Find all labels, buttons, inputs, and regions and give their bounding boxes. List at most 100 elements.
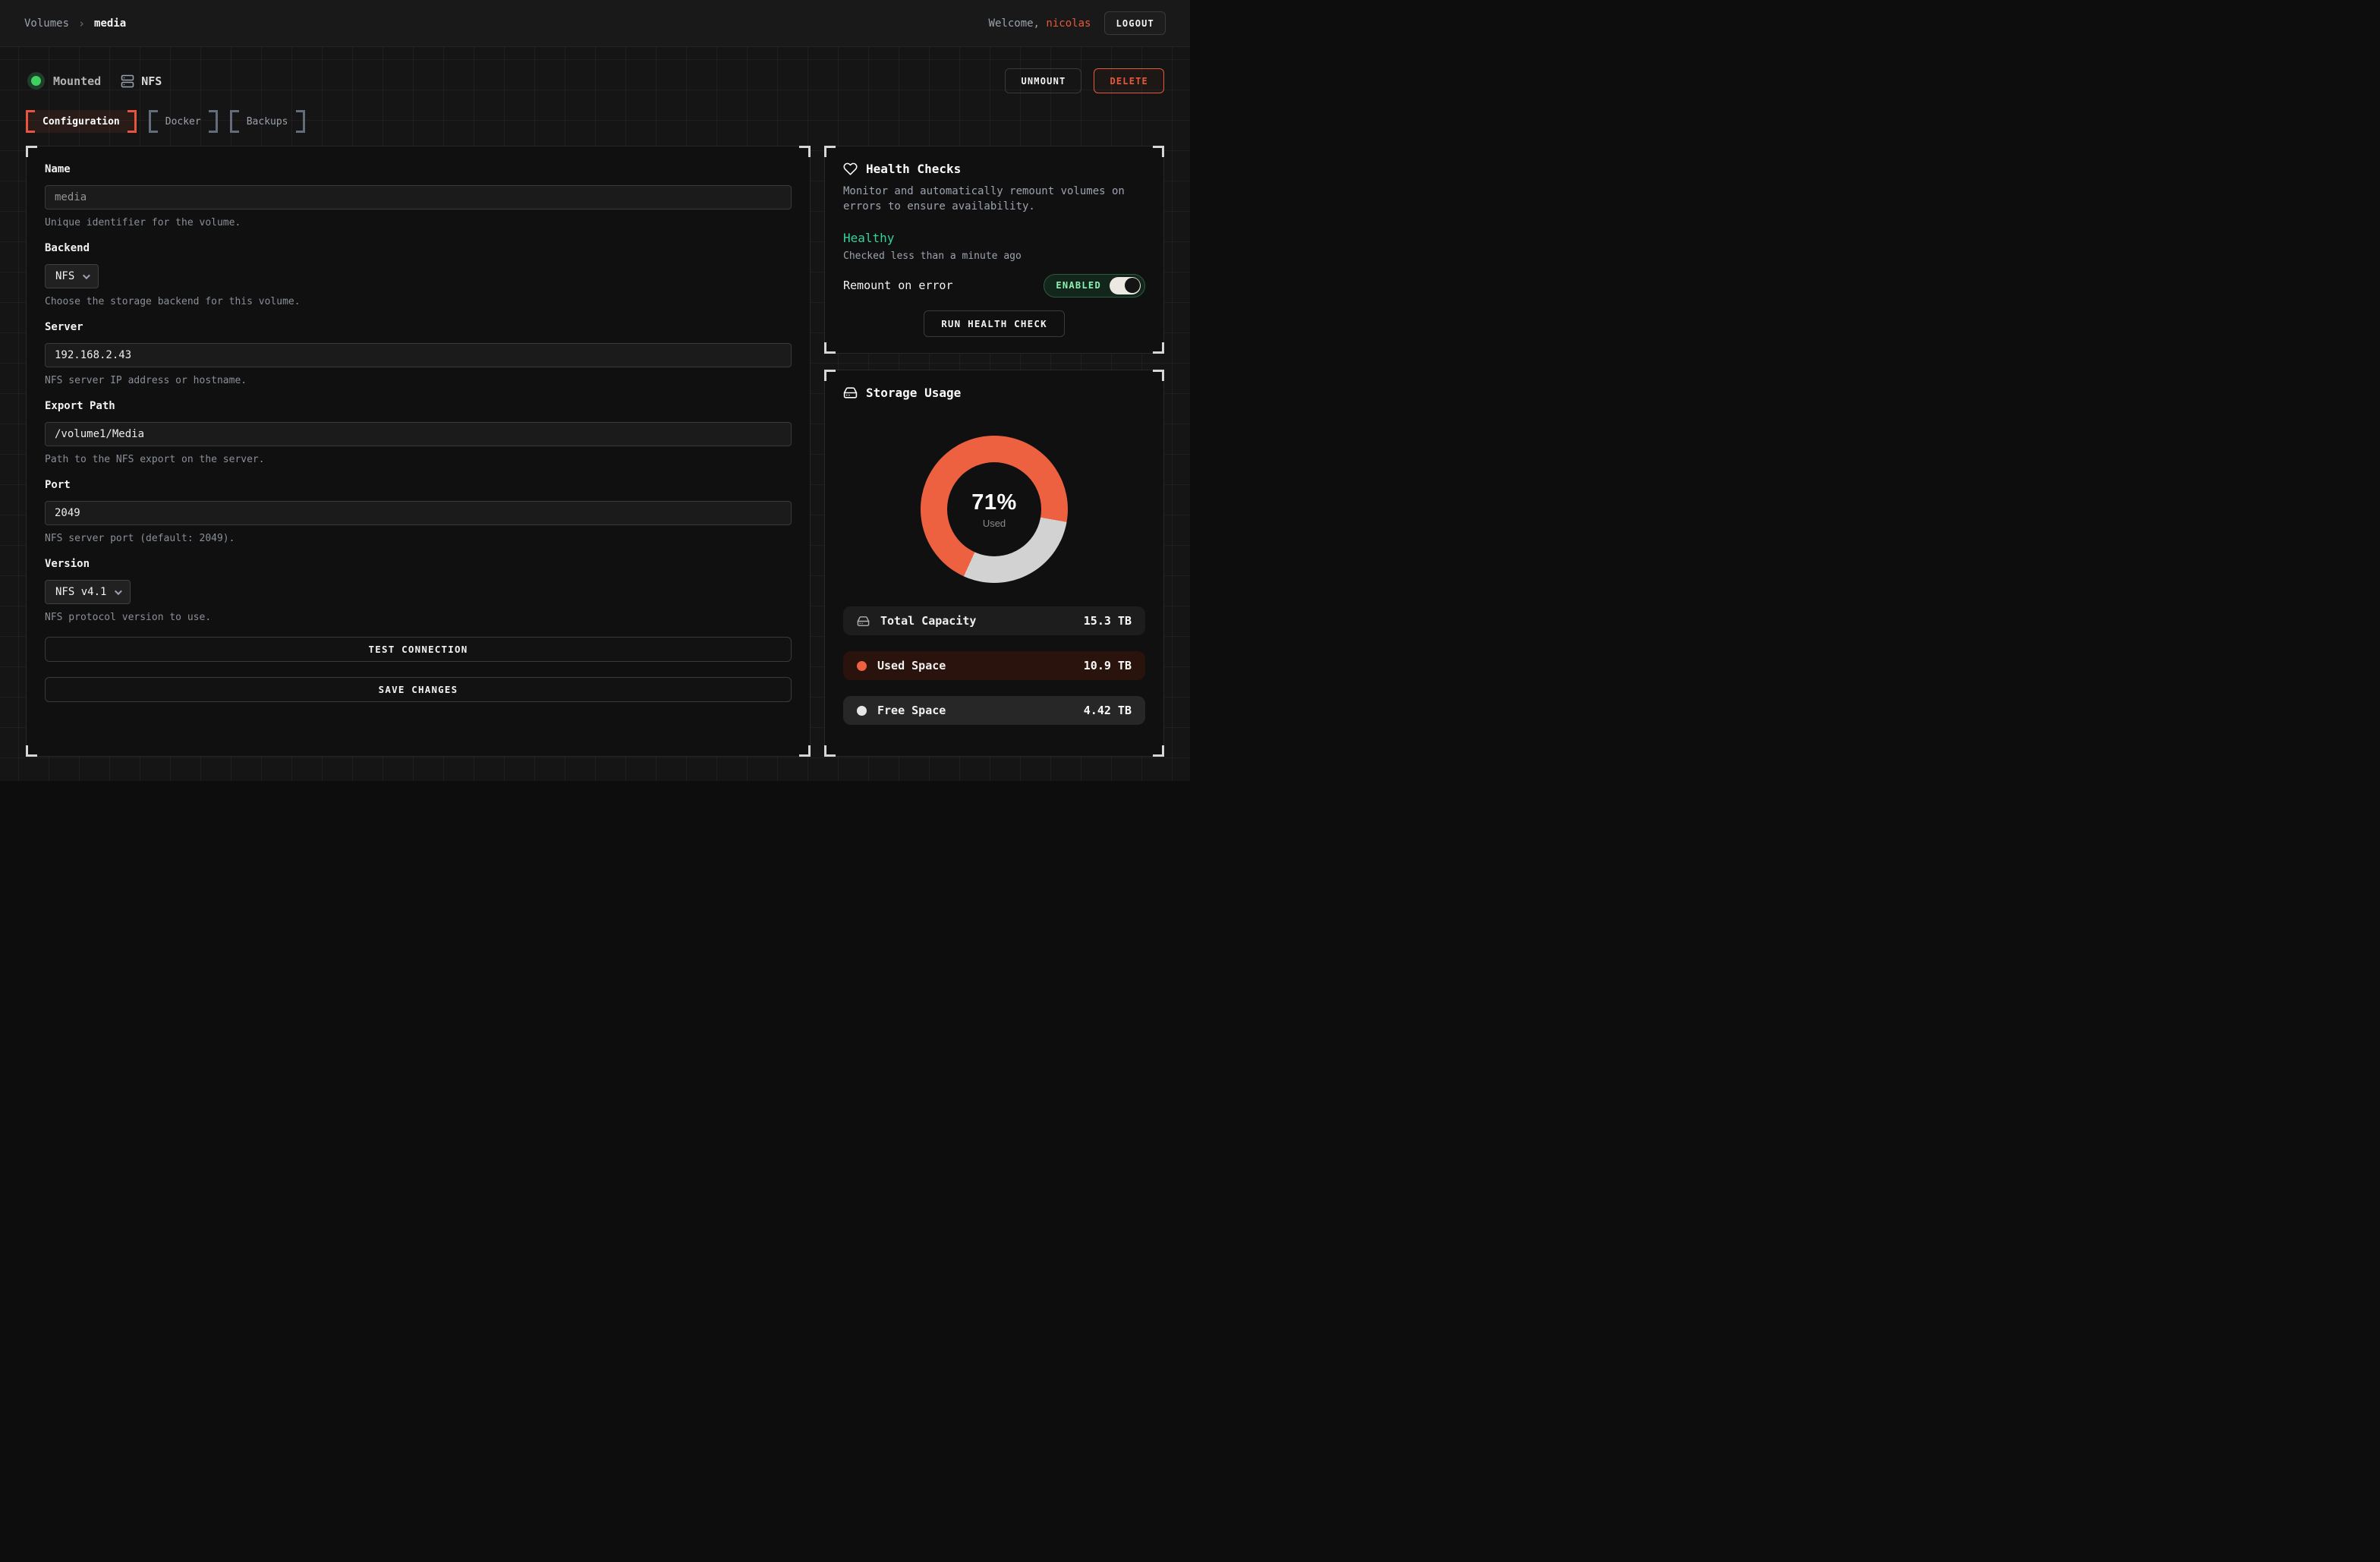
- corner-bracket: [824, 342, 836, 354]
- health-status-badge: Healthy: [843, 231, 1145, 245]
- right-column: Health Checks Monitor and automatically …: [824, 146, 1164, 757]
- stat-value: 15.3 TB: [1084, 614, 1132, 628]
- tab-backups[interactable]: Backups: [230, 110, 305, 133]
- hard-drive-icon: [857, 615, 870, 628]
- version-select[interactable]: NFS v4.1: [45, 580, 131, 604]
- corner-bracket: [799, 146, 811, 157]
- health-title: Health Checks: [866, 162, 961, 176]
- mounted-status-dot: [31, 76, 41, 86]
- donut-center-label: Used: [983, 518, 1006, 529]
- topbar: Volumes › media Welcome, nicolas LOGOUT: [0, 0, 1190, 47]
- backend-badge-label: NFS: [141, 74, 162, 88]
- stat-label: Free Space: [877, 704, 946, 717]
- save-changes-button[interactable]: SAVE CHANGES: [45, 677, 792, 702]
- topbar-right: Welcome, nicolas LOGOUT: [989, 11, 1166, 35]
- version-field-group: Version NFS v4.1 NFS protocol version to…: [45, 558, 792, 623]
- form-buttons: TEST CONNECTION SAVE CHANGES: [45, 637, 792, 702]
- toggle-knob: [1125, 278, 1140, 293]
- stat-row-used-space: Used Space 10.9 TB: [843, 651, 1145, 680]
- health-description: Monitor and automatically remount volume…: [843, 184, 1145, 215]
- chevron-down-icon: [115, 587, 122, 595]
- toggle-switch[interactable]: [1110, 277, 1141, 294]
- free-space-dot: [857, 706, 867, 716]
- name-field-group: Name Unique identifier for the volume.: [45, 163, 792, 228]
- name-help: Unique identifier for the volume.: [45, 217, 792, 228]
- port-help: NFS server port (default: 2049).: [45, 533, 792, 544]
- hard-drive-icon: [843, 386, 858, 400]
- backend-badge: NFS: [121, 74, 162, 88]
- tab-configuration[interactable]: Configuration: [26, 110, 137, 133]
- health-checks-card: Health Checks Monitor and automatically …: [824, 146, 1164, 354]
- welcome-text: Welcome, nicolas: [989, 17, 1091, 30]
- port-field-group: Port NFS server port (default: 2049).: [45, 479, 792, 544]
- corner-bracket: [26, 146, 37, 157]
- welcome-prefix: Welcome,: [989, 17, 1040, 30]
- stat-label: Total Capacity: [880, 614, 976, 628]
- logout-button[interactable]: LOGOUT: [1104, 11, 1166, 35]
- health-last-checked: Checked less than a minute ago: [843, 250, 1145, 262]
- toggle-state-label: ENABLED: [1056, 280, 1101, 291]
- export-path-input[interactable]: [45, 422, 792, 446]
- page-background: Mounted NFS UNMOUNT DELETE Configuration…: [0, 47, 1190, 781]
- breadcrumb-current: media: [94, 17, 126, 30]
- export-path-field-group: Export Path Path to the NFS export on th…: [45, 400, 792, 465]
- port-input[interactable]: [45, 501, 792, 525]
- content-row: Name Unique identifier for the volume. B…: [26, 146, 1164, 757]
- breadcrumb: Volumes › media: [24, 17, 126, 30]
- storage-stats: Total Capacity 15.3 TB Used Space 10.9 T…: [843, 606, 1145, 725]
- backend-field-group: Backend NFS Choose the storage backend f…: [45, 242, 792, 307]
- delete-button[interactable]: DELETE: [1094, 68, 1164, 93]
- health-title-row: Health Checks: [843, 162, 1145, 176]
- corner-bracket: [1153, 342, 1164, 354]
- stat-value: 4.42 TB: [1084, 704, 1132, 717]
- version-label: Version: [45, 558, 792, 570]
- corner-bracket: [799, 745, 811, 757]
- backend-help: Choose the storage backend for this volu…: [45, 296, 792, 307]
- corner-bracket: [26, 745, 37, 757]
- stat-label: Used Space: [877, 659, 946, 672]
- backend-select-value: NFS: [55, 270, 74, 282]
- storage-usage-card: Storage Usage 71% Used: [824, 370, 1164, 757]
- usage-donut-chart: 71% Used: [921, 436, 1068, 583]
- version-help: NFS protocol version to use.: [45, 612, 792, 623]
- unmount-button[interactable]: UNMOUNT: [1005, 68, 1081, 93]
- corner-bracket: [824, 146, 836, 157]
- name-label: Name: [45, 163, 792, 175]
- run-health-check-button[interactable]: RUN HEALTH CHECK: [924, 310, 1065, 337]
- version-select-value: NFS v4.1: [55, 586, 106, 598]
- status-actions: UNMOUNT DELETE: [1005, 68, 1164, 93]
- server-icon: [121, 74, 134, 88]
- stat-row-free-space: Free Space 4.42 TB: [843, 696, 1145, 725]
- corner-bracket: [824, 745, 836, 757]
- stat-value: 10.9 TB: [1084, 659, 1132, 672]
- storage-title: Storage Usage: [866, 386, 961, 400]
- configuration-panel: Name Unique identifier for the volume. B…: [26, 146, 811, 757]
- tab-docker[interactable]: Docker: [149, 110, 218, 133]
- backend-label: Backend: [45, 242, 792, 254]
- remount-toggle[interactable]: ENABLED: [1044, 274, 1145, 298]
- donut-center-value: 71%: [971, 490, 1017, 515]
- used-space-dot: [857, 661, 867, 671]
- breadcrumb-separator: ›: [78, 17, 85, 30]
- port-label: Port: [45, 479, 792, 491]
- run-check-row: RUN HEALTH CHECK: [843, 310, 1145, 337]
- status-row: Mounted NFS UNMOUNT DELETE: [26, 68, 1164, 93]
- export-path-help: Path to the NFS export on the server.: [45, 454, 792, 465]
- donut-wrap: 71% Used: [843, 436, 1145, 583]
- remount-row: Remount on error ENABLED: [843, 274, 1145, 298]
- export-path-label: Export Path: [45, 400, 792, 412]
- name-input[interactable]: [45, 185, 792, 209]
- corner-bracket: [1153, 146, 1164, 157]
- mount-status-label: Mounted: [53, 74, 101, 88]
- chevron-down-icon: [83, 272, 90, 279]
- remount-on-error-label: Remount on error: [843, 279, 953, 292]
- breadcrumb-volumes-link[interactable]: Volumes: [24, 17, 69, 30]
- server-field-group: Server NFS server IP address or hostname…: [45, 321, 792, 386]
- heart-icon: [843, 162, 858, 176]
- backend-select[interactable]: NFS: [45, 264, 99, 288]
- server-input[interactable]: [45, 343, 792, 367]
- corner-bracket: [824, 370, 836, 381]
- stat-row-total-capacity: Total Capacity 15.3 TB: [843, 606, 1145, 635]
- corner-bracket: [1153, 745, 1164, 757]
- test-connection-button[interactable]: TEST CONNECTION: [45, 637, 792, 662]
